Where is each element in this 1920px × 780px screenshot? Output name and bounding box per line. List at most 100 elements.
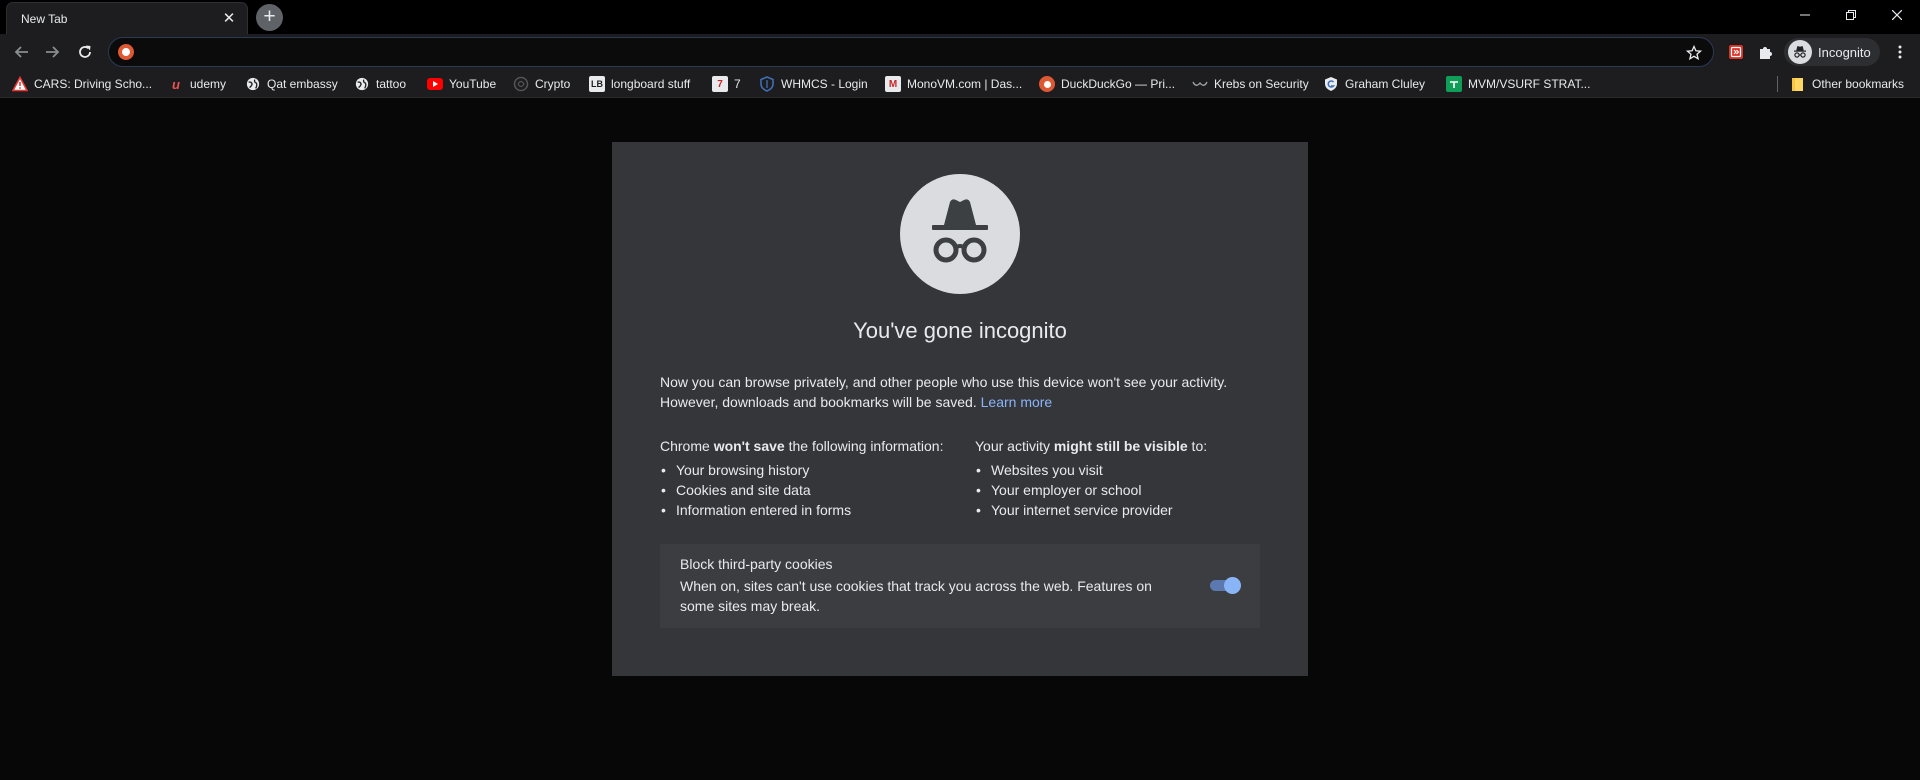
udemy-icon: u: [172, 76, 180, 92]
new-tab-button[interactable]: +: [256, 4, 283, 31]
crypto-icon: [513, 76, 529, 92]
bookmark-youtube[interactable]: YouTube: [427, 74, 496, 94]
wont-save-section: Chrome won't save the following informat…: [660, 436, 960, 520]
bookmark-label: 7: [734, 77, 741, 91]
star-icon: [1686, 45, 1702, 61]
bookmark-label: Qat embassy: [267, 77, 338, 91]
back-arrow-icon: [14, 46, 28, 58]
bookmark-monovm[interactable]: M MonoVM.com | Das...: [885, 74, 1022, 94]
close-window-button[interactable]: [1874, 0, 1920, 30]
bookmark-label: Graham Cluley: [1345, 77, 1426, 91]
reload-button[interactable]: [71, 38, 99, 66]
bookmarks-bar: CARS: Driving Scho... u udemy Qat embass…: [0, 70, 1920, 98]
bookmark-udemy[interactable]: u udemy: [168, 74, 226, 94]
folder-icon: [1790, 76, 1806, 92]
bookmark-qat-embassy[interactable]: Qat embassy: [245, 74, 338, 94]
bookmark-longboard-stuff[interactable]: LB longboard stuff: [589, 74, 690, 94]
intro-line-1: Now you can browse privately, and other …: [660, 374, 1228, 390]
bookmark-label: udemy: [190, 77, 227, 91]
duckduckgo-icon: [118, 44, 134, 60]
incognito-page: You've gone incognito Now you can browse…: [0, 98, 1920, 780]
incognito-profile-button[interactable]: Incognito: [1784, 38, 1880, 66]
extension-red-icon: [1729, 45, 1743, 59]
bookmark-label: MonoVM.com | Das...: [907, 77, 1023, 91]
bookmark-graham-cluley[interactable]: Graham Cluley: [1323, 74, 1425, 94]
learn-more-link[interactable]: Learn more: [981, 394, 1053, 410]
minimize-button[interactable]: [1782, 0, 1828, 30]
list-item: Your browsing history: [660, 460, 960, 480]
cookie-controls-description: When on, sites can't use cookies that tr…: [680, 578, 1152, 614]
list-item: Cookies and site data: [660, 480, 960, 500]
more-vert-icon: [1898, 45, 1902, 59]
bookmark-label: WHMCS - Login: [781, 77, 868, 91]
address-bar[interactable]: [108, 37, 1714, 67]
incognito-avatar-icon: [1788, 40, 1812, 64]
list-item: Information entered in forms: [660, 500, 960, 520]
bookmark-label: YouTube: [449, 77, 497, 91]
toolbar: Incognito: [0, 34, 1920, 70]
bookmark-label: DuckDuckGo — Pri...: [1061, 77, 1176, 91]
reload-icon: [79, 45, 91, 58]
tab-close-icon[interactable]: ✕: [219, 9, 239, 29]
list-item: Your employer or school: [975, 480, 1275, 500]
monovm-icon: M: [885, 76, 901, 92]
toggle-knob: [1224, 577, 1241, 594]
back-button[interactable]: [8, 38, 36, 66]
bookmark-label: CARS: Driving Scho...: [34, 77, 153, 91]
address-input[interactable]: [145, 42, 1665, 62]
bookmark-krebs[interactable]: Krebs on Security: [1192, 74, 1309, 94]
globe-icon: [245, 76, 261, 92]
extensions-menu-button[interactable]: [1752, 38, 1780, 66]
shield-icon: [759, 76, 775, 92]
bookmark-7[interactable]: 7 7: [712, 74, 741, 94]
globe-icon: [354, 76, 370, 92]
restore-button[interactable]: [1828, 0, 1874, 30]
wont-save-heading: Chrome won't save the following informat…: [660, 438, 944, 454]
wont-save-list: Your browsing history Cookies and site d…: [660, 460, 960, 520]
restore-icon: [1846, 10, 1856, 20]
bookmark-whmcs[interactable]: WHMCS - Login: [759, 74, 868, 94]
forward-arrow-icon: [46, 46, 60, 58]
krebs-icon: [1192, 76, 1208, 92]
puzzle-icon: [1760, 47, 1772, 59]
sheets-icon: [1446, 76, 1462, 92]
tab-new-tab[interactable]: New Tab ✕: [6, 2, 248, 34]
intro-line-2: However, downloads and bookmarks will be…: [660, 394, 977, 410]
forward-button[interactable]: [38, 38, 66, 66]
bookmark-label: MVM/VSURF STRAT...: [1468, 77, 1591, 91]
longboard-icon: LB: [589, 76, 605, 92]
bookmark-label: Crypto: [535, 77, 571, 91]
still-visible-section: Your activity might still be visible to:…: [975, 436, 1275, 520]
bookmark-cars[interactable]: CARS: Driving Scho...: [12, 74, 152, 94]
warning-triangle-icon: [12, 76, 28, 92]
bookmark-tattoo[interactable]: tattoo: [354, 74, 406, 94]
minimize-icon: [1800, 14, 1810, 16]
still-visible-list: Websites you visit Your employer or scho…: [975, 460, 1275, 520]
bookmark-label: Other bookmarks: [1812, 77, 1905, 91]
bookmark-label: Krebs on Security: [1214, 77, 1309, 91]
graham-cluley-icon: [1323, 76, 1339, 92]
menu-button[interactable]: [1886, 38, 1914, 66]
bookmark-star-button[interactable]: [1683, 42, 1705, 64]
close-icon: [1892, 10, 1902, 20]
intro-text: Now you can browse privately, and other …: [660, 372, 1260, 412]
other-bookmarks-button[interactable]: Other bookmarks: [1790, 74, 1904, 94]
incognito-label: Incognito: [1818, 45, 1871, 60]
bookmarks-separator: [1777, 76, 1778, 92]
cookie-controls: Block third-party cookies When on, sites…: [660, 544, 1260, 628]
list-item: Websites you visit: [975, 460, 1275, 480]
incognito-icon: [900, 174, 1020, 294]
seven-icon: 7: [712, 76, 728, 92]
list-item: Your internet service provider: [975, 500, 1275, 520]
bookmark-label: tattoo: [376, 77, 407, 91]
block-cookies-toggle[interactable]: [1208, 577, 1241, 594]
page-title: You've gone incognito: [853, 318, 1067, 343]
incognito-panel: You've gone incognito Now you can browse…: [612, 142, 1308, 676]
duckduckgo-icon: [1039, 76, 1055, 92]
bookmark-duckduckgo[interactable]: DuckDuckGo — Pri...: [1039, 74, 1175, 94]
bookmark-crypto[interactable]: Crypto: [513, 74, 570, 94]
youtube-icon: [427, 76, 443, 92]
bookmark-mvm-vsurf[interactable]: MVM/VSURF STRAT...: [1446, 74, 1590, 94]
cookie-controls-title: Block third-party cookies: [680, 556, 833, 572]
extension-button[interactable]: [1722, 38, 1750, 66]
